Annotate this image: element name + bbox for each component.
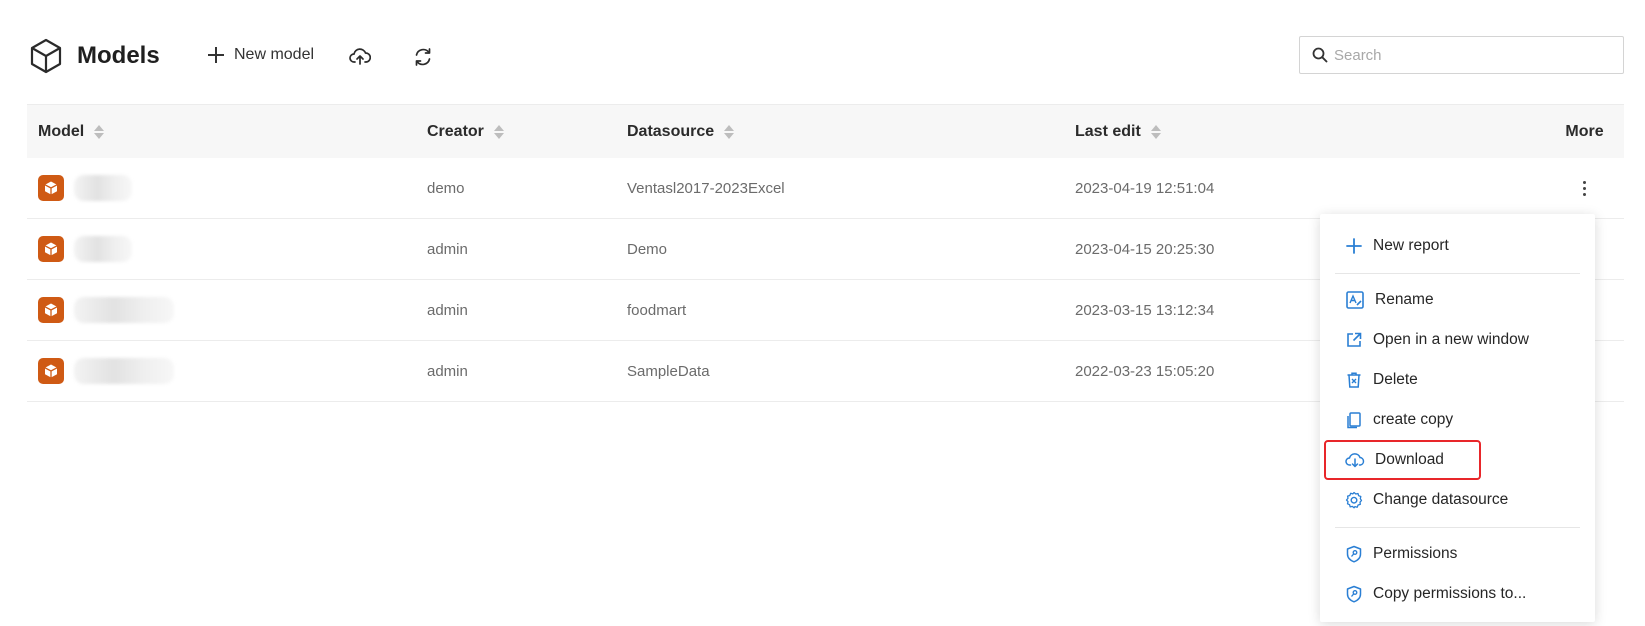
search-icon <box>1312 47 1328 63</box>
page-header: Models New model <box>0 0 1645 100</box>
new-model-button[interactable]: New model <box>208 46 314 64</box>
last-edit-cell: 2023-04-19 12:51:04 <box>1075 179 1215 197</box>
copy-icon <box>1347 412 1361 429</box>
cloud-upload-icon[interactable] <box>349 46 371 68</box>
sort-icon[interactable] <box>493 124 504 139</box>
column-header-last-edit[interactable]: Last edit <box>1075 123 1545 141</box>
menu-item-create-copy[interactable]: create copy <box>1320 400 1595 440</box>
creator-cell: admin <box>427 240 468 258</box>
sort-icon[interactable] <box>94 124 105 139</box>
menu-item-change-datasource[interactable]: Change datasource <box>1320 480 1595 520</box>
external-link-icon <box>1347 332 1362 347</box>
model-name-redacted <box>74 358 174 384</box>
menu-item-permissions[interactable]: Permissions <box>1320 534 1595 574</box>
datasource-cell: Demo <box>627 240 668 258</box>
search-box[interactable] <box>1299 36 1624 74</box>
model-cell[interactable] <box>27 358 427 384</box>
model-name-redacted <box>74 175 132 201</box>
plus-icon <box>1346 238 1362 254</box>
menu-divider <box>1335 273 1580 274</box>
column-header-datasource[interactable]: Datasource <box>627 123 1075 141</box>
plus-icon <box>208 47 224 63</box>
model-cube-icon <box>38 175 64 201</box>
page-title: Models <box>77 42 160 69</box>
search-input[interactable] <box>1334 46 1614 64</box>
context-menu: New report Rename Open in a new window D… <box>1320 214 1595 622</box>
table-row[interactable]: demo Ventasl2017-2023Excel 2023-04-19 12… <box>27 158 1624 219</box>
datasource-cell: Ventasl2017-2023Excel <box>627 179 785 197</box>
model-name-redacted <box>74 297 174 323</box>
model-cell[interactable] <box>27 175 427 201</box>
model-cube-icon <box>38 297 64 323</box>
trash-icon <box>1347 372 1361 388</box>
shield-key-icon <box>1346 545 1362 563</box>
shield-key-icon <box>1346 585 1362 603</box>
rename-icon <box>1346 291 1364 309</box>
column-header-model[interactable]: Model <box>27 123 427 141</box>
column-header-creator[interactable]: Creator <box>427 123 627 141</box>
menu-item-copy-permissions[interactable]: Copy permissions to... <box>1320 574 1595 614</box>
menu-item-download[interactable]: Download <box>1320 440 1595 480</box>
menu-item-delete[interactable]: Delete <box>1320 360 1595 400</box>
datasource-cell: SampleData <box>627 362 710 380</box>
creator-cell: admin <box>427 301 468 319</box>
creator-cell: demo <box>427 179 465 197</box>
menu-item-open-new-window[interactable]: Open in a new window <box>1320 320 1595 360</box>
table-header: Model Creator Datasource Last edit More <box>27 104 1624 158</box>
model-cube-icon <box>38 236 64 262</box>
model-cell[interactable] <box>27 297 427 323</box>
model-name-redacted <box>74 236 132 262</box>
refresh-icon[interactable] <box>412 46 434 68</box>
sort-icon[interactable] <box>1150 124 1161 139</box>
menu-item-rename[interactable]: Rename <box>1320 280 1595 320</box>
cube-icon <box>30 38 62 74</box>
sort-icon[interactable] <box>724 124 735 139</box>
menu-item-new-report[interactable]: New report <box>1320 226 1595 266</box>
new-model-label: New model <box>234 46 315 63</box>
model-cube-icon <box>38 358 64 384</box>
column-header-more: More <box>1565 122 1604 140</box>
cloud-download-icon <box>1345 453 1365 468</box>
model-cell[interactable] <box>27 236 427 262</box>
datasource-cell: foodmart <box>627 301 687 319</box>
creator-cell: admin <box>427 362 468 380</box>
menu-divider <box>1335 527 1580 528</box>
gear-icon <box>1345 491 1363 509</box>
more-options-icon[interactable] <box>1575 177 1594 200</box>
